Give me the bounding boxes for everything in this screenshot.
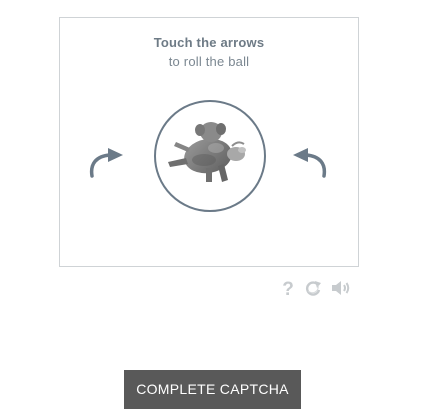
- instruction-title: Touch the arrows: [153, 35, 265, 50]
- refresh-icon[interactable]: [304, 279, 322, 302]
- help-icon[interactable]: ?: [280, 280, 296, 300]
- complete-captcha-button[interactable]: COMPLETE CAPTCHA: [124, 370, 301, 409]
- captcha-tools: ?: [280, 280, 360, 300]
- captcha-panel: Touch the arrows to roll the ball: [59, 17, 359, 267]
- animal-figure-image: [168, 122, 246, 182]
- instruction-subtitle: to roll the ball: [168, 54, 250, 69]
- audio-icon[interactable]: [330, 279, 352, 302]
- ball-circle: [154, 100, 266, 212]
- curved-arrow-left-icon[interactable]: [86, 144, 124, 183]
- curved-arrow-right-icon[interactable]: [292, 144, 330, 183]
